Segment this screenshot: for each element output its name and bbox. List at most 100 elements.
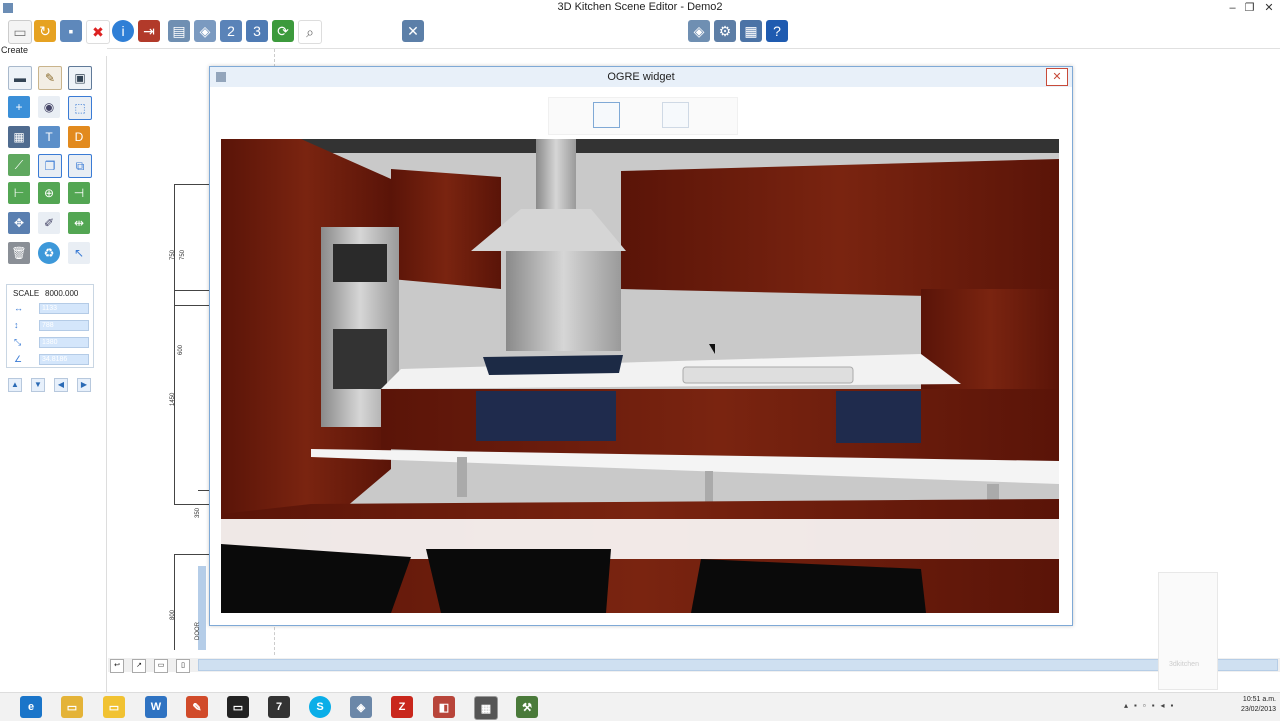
distribute-tool-icon[interactable]: ⇹ bbox=[68, 212, 90, 234]
width-icon: ↔ bbox=[14, 303, 23, 313]
close-button[interactable]: ✕ bbox=[1258, 0, 1280, 16]
watermark-text: 3dkitchen bbox=[1169, 661, 1199, 668]
nudge-up-icon[interactable]: ▲ bbox=[8, 378, 22, 392]
settings-tools-icon[interactable]: ✕ bbox=[402, 20, 424, 42]
zoom-icon[interactable]: ⌕ bbox=[298, 20, 322, 44]
angle-field[interactable] bbox=[39, 354, 89, 365]
dialog-close-button[interactable]: ✕ bbox=[1046, 68, 1068, 86]
recycle-icon[interactable]: ♻ bbox=[38, 242, 60, 264]
width-field[interactable] bbox=[39, 303, 89, 314]
new-icon[interactable]: ▭ bbox=[8, 20, 32, 44]
nudge-right-icon[interactable]: ▶ bbox=[77, 378, 91, 392]
height-row: ↕ bbox=[11, 320, 91, 332]
main-toolbar: ▭ ↻ ▪ ✖ i ⇥ ▤ ◈ 2 3 ⟳ ⌕ ✕ ◈ ⚙ ▦ ? bbox=[0, 16, 1280, 46]
camera-tool-icon[interactable]: ◉ bbox=[38, 96, 60, 118]
trash-icon[interactable]: 🗑 bbox=[8, 242, 30, 264]
align-left-icon[interactable]: ⊢ bbox=[8, 182, 30, 204]
paint-tool-icon[interactable]: ✐ bbox=[38, 212, 60, 234]
tool-app-icon[interactable]: ⚒ bbox=[516, 696, 538, 718]
copy-tool-icon[interactable]: ❐ bbox=[38, 154, 62, 178]
import-icon[interactable]: ⇥ bbox=[138, 20, 160, 42]
align-right-icon[interactable]: ⊣ bbox=[68, 182, 90, 204]
info-icon[interactable]: i bbox=[112, 20, 134, 42]
menu-create[interactable]: Create bbox=[1, 45, 28, 55]
window-title: 3D Kitchen Scene Editor - Demo2 bbox=[557, 1, 723, 13]
scroll-tool-icon[interactable]: ▭ bbox=[154, 659, 168, 673]
image-tool-icon[interactable]: ▣ bbox=[68, 66, 92, 90]
splashback bbox=[506, 251, 621, 351]
horizontal-scrollbar[interactable]: ↩ ↗ ▭ ▯ bbox=[108, 658, 1280, 673]
move-tool-icon[interactable]: ✥ bbox=[8, 212, 30, 234]
render-icon[interactable]: ◈ bbox=[194, 20, 216, 42]
ie-icon[interactable]: e bbox=[20, 696, 42, 718]
align-center-icon[interactable]: ⊕ bbox=[38, 182, 60, 204]
text-tool-icon[interactable]: T bbox=[38, 126, 60, 148]
height-icon: ↕ bbox=[14, 320, 19, 330]
width-row: ↔ bbox=[11, 303, 91, 315]
kitchen-render bbox=[221, 139, 1059, 613]
system-tray-icons[interactable]: ▴▪▫▪◂▪ bbox=[1124, 701, 1179, 710]
pen-app-icon[interactable]: ✎ bbox=[186, 696, 208, 718]
clock-time: 10:51 a.m. bbox=[1242, 696, 1276, 703]
save-icon[interactable]: ▪ bbox=[60, 20, 82, 42]
list-icon[interactable]: ▦ bbox=[740, 20, 762, 42]
oven-window-bottom bbox=[333, 329, 387, 389]
explorer-icon[interactable]: ▭ bbox=[61, 696, 83, 718]
plan-dim: 1450 bbox=[170, 392, 176, 406]
depth-row: ⤡ bbox=[11, 337, 91, 349]
taskbar: e ▭ ▭ W ✎ ▭ 7 S ◈ Z ◧ ▦ ⚒ ▴▪▫▪◂▪ 10:51 a… bbox=[0, 692, 1280, 721]
navy-drawers-right bbox=[836, 391, 921, 443]
clock[interactable]: 10:51 a.m. 23/02/2013 bbox=[1212, 695, 1276, 715]
measure-tool-icon[interactable]: ⟋ bbox=[8, 154, 30, 176]
word-icon[interactable]: W bbox=[145, 696, 167, 718]
pointer-tool-icon[interactable]: ↖ bbox=[68, 242, 90, 264]
minimize-button[interactable]: – bbox=[1224, 0, 1241, 16]
3d-view-icon[interactable]: 3 bbox=[246, 20, 268, 42]
duplicate-tool-icon[interactable]: ⧉ bbox=[68, 154, 92, 178]
delete-icon[interactable]: ✖ bbox=[86, 20, 110, 44]
dialog-title: OGRE widget bbox=[607, 71, 675, 83]
skype-icon[interactable]: S bbox=[309, 696, 331, 718]
wall-tool-icon[interactable]: ▬ bbox=[8, 66, 32, 90]
maximize-button[interactable]: ❐ bbox=[1241, 0, 1258, 16]
floor-tool-icon[interactable]: ▦ bbox=[8, 126, 30, 148]
ceiling bbox=[221, 139, 1059, 153]
7zip-icon[interactable]: 7 bbox=[268, 696, 290, 718]
create-panel: ▬ ✎ ▣ + ◉ ⬚ ▦ T D ⟋ ❐ ⧉ ⊢ ⊕ ⊣ ✥ ✐ ⇹ 🗑 ♻ … bbox=[0, 56, 107, 696]
nudge-down-icon[interactable]: ▼ bbox=[31, 378, 45, 392]
sink bbox=[682, 366, 854, 384]
scroll-tool-icon[interactable]: ▯ bbox=[176, 659, 190, 673]
scroll-tool-icon[interactable]: ↩ bbox=[110, 659, 124, 673]
folder-icon[interactable]: ▭ bbox=[103, 696, 125, 718]
scroll-thumb[interactable] bbox=[198, 659, 1278, 671]
help-icon[interactable]: ? bbox=[766, 20, 788, 42]
scale-value: 8000.000 bbox=[45, 289, 79, 298]
config-icon[interactable]: ⚙ bbox=[714, 20, 736, 42]
2d-view-icon[interactable]: 2 bbox=[220, 20, 242, 42]
view-mode-option-1[interactable] bbox=[593, 102, 620, 128]
filezilla-icon[interactable]: Z bbox=[391, 696, 413, 718]
add-tool-icon[interactable]: + bbox=[8, 96, 30, 118]
dxf-tool-icon[interactable]: D bbox=[68, 126, 90, 148]
kitchen-editor-taskbar-icon[interactable]: ▦ bbox=[474, 696, 498, 720]
scale-panel: SCALE 8000.000 ↔ ↕ ⤡ ∠ bbox=[6, 284, 94, 368]
export-icon[interactable]: ◈ bbox=[688, 20, 710, 42]
nudge-left-icon[interactable]: ◀ bbox=[54, 378, 68, 392]
clock-date: 23/02/2013 bbox=[1240, 706, 1276, 713]
print-icon[interactable]: ▤ bbox=[168, 20, 190, 42]
angle-icon: ∠ bbox=[14, 354, 23, 364]
draw-tool-icon[interactable]: ✎ bbox=[38, 66, 62, 90]
window-controls: – ❐ ✕ bbox=[1224, 0, 1280, 16]
3d-viewport[interactable] bbox=[221, 139, 1059, 613]
depth-field[interactable] bbox=[39, 337, 89, 348]
view-mode-option-2[interactable] bbox=[662, 102, 689, 128]
refresh-icon[interactable]: ⟳ bbox=[272, 20, 294, 42]
select-area-icon[interactable]: ⬚ bbox=[68, 96, 92, 120]
console-icon[interactable]: ▭ bbox=[227, 696, 249, 718]
paint-app-icon[interactable]: ◧ bbox=[433, 696, 455, 718]
stool-left bbox=[457, 457, 467, 497]
scroll-tool-icon[interactable]: ↗ bbox=[132, 659, 146, 673]
virtualbox-icon[interactable]: ◈ bbox=[350, 696, 372, 718]
open-icon[interactable]: ↻ bbox=[34, 20, 56, 42]
height-field[interactable] bbox=[39, 320, 89, 331]
